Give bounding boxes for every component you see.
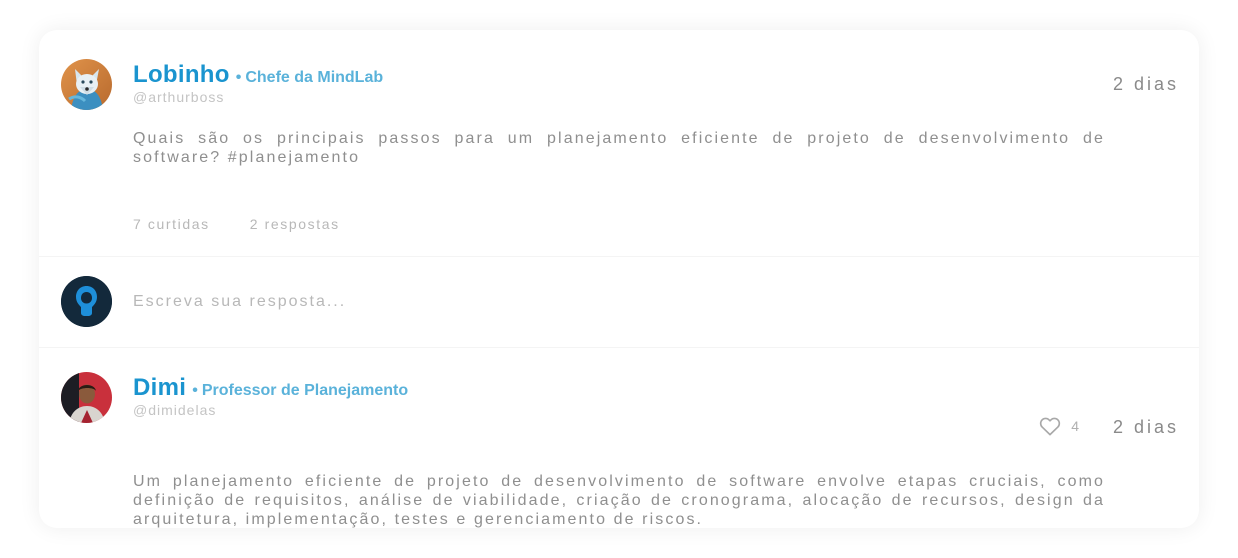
- separator-dot: •: [235, 69, 242, 86]
- reply-composer: [39, 257, 1199, 348]
- post-stats: 7 curtidas 2 respostas: [133, 216, 340, 232]
- post-text: Quais são os principais passos para um p…: [133, 130, 1105, 166]
- answer-post: Dimi • Professor de Planejamento @dimide…: [39, 348, 1199, 528]
- post-time: 2 dias: [1112, 74, 1179, 94]
- answer-author-handle[interactable]: @dimidelas: [133, 402, 216, 418]
- separator-dot: •: [192, 382, 198, 399]
- post-author-avatar[interactable]: [61, 59, 112, 110]
- answer-time: 2 dias: [1112, 417, 1179, 437]
- answer-author-role: Professor de Planejamento: [201, 382, 409, 399]
- post-author-name[interactable]: Lobinho: [133, 61, 230, 89]
- current-user-avatar: [61, 276, 112, 327]
- post-author-line: Lobinho • Chefe da MindLab: [133, 61, 383, 89]
- answer-text: Um planejamento eficiente de projeto de …: [133, 473, 1105, 528]
- replies-count[interactable]: 2 respostas: [250, 216, 340, 232]
- wolf-avatar-icon: [61, 59, 112, 110]
- user-silhouette-icon: [61, 276, 112, 327]
- answer-author-avatar[interactable]: [61, 372, 112, 423]
- reply-input[interactable]: [133, 287, 1093, 317]
- original-post: Lobinho • Chefe da MindLab @arthurboss 2…: [39, 30, 1199, 257]
- heart-icon: [1040, 417, 1061, 436]
- like-count: 4: [1071, 418, 1079, 434]
- thread-card: Lobinho • Chefe da MindLab @arthurboss 2…: [39, 30, 1199, 528]
- post-author-handle[interactable]: @arthurboss: [133, 89, 224, 105]
- person-photo-icon: [61, 372, 112, 423]
- answer-author-name[interactable]: Dimi: [133, 374, 186, 402]
- likes-count[interactable]: 7 curtidas: [133, 216, 210, 232]
- post-author-role: Chefe da MindLab: [245, 69, 384, 86]
- answer-author-line: Dimi • Professor de Planejamento: [133, 374, 408, 402]
- like-button[interactable]: 4: [1039, 416, 1079, 436]
